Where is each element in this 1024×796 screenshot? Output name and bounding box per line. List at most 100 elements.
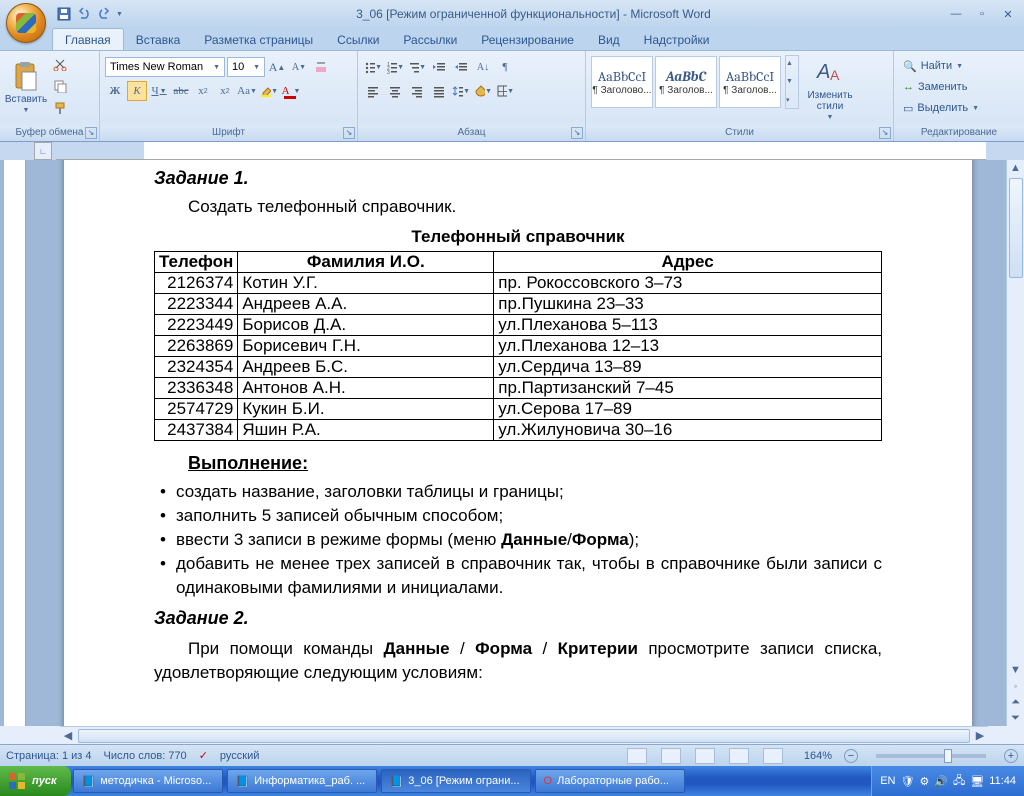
horizontal-ruler[interactable]: ∟ bbox=[56, 142, 986, 160]
grow-font-button[interactable]: A▲ bbox=[267, 57, 287, 77]
zoom-out-button[interactable]: − bbox=[844, 749, 858, 763]
minimize-button[interactable]: — bbox=[944, 6, 968, 22]
tab-page-layout[interactable]: Разметка страницы bbox=[192, 29, 325, 50]
borders-button[interactable]: ▼ bbox=[495, 81, 515, 101]
prev-page-icon[interactable]: ⏶ bbox=[1007, 694, 1024, 710]
taskbar-item[interactable]: 📘методичка - Microso... bbox=[73, 769, 223, 793]
status-language[interactable]: русский bbox=[220, 750, 259, 762]
tab-mailings[interactable]: Рассылки bbox=[391, 29, 469, 50]
scroll-up-icon[interactable]: ▲ bbox=[1007, 160, 1024, 176]
clipboard-launcher[interactable]: ↘ bbox=[85, 127, 97, 139]
shrink-font-button[interactable]: A▼ bbox=[289, 57, 309, 77]
taskbar-item[interactable]: 📘3_06 [Режим ограни... bbox=[381, 769, 531, 793]
numbering-button[interactable]: 123▼ bbox=[385, 57, 405, 77]
zoom-in-button[interactable]: + bbox=[1004, 749, 1018, 763]
line-spacing-button[interactable]: ▼ bbox=[451, 81, 471, 101]
taskbar-item[interactable]: OЛабораторные рабо... bbox=[535, 769, 685, 793]
replace-button[interactable]: ↔Заменить bbox=[899, 77, 971, 97]
view-draft[interactable] bbox=[763, 748, 783, 764]
tab-references[interactable]: Ссылки bbox=[325, 29, 391, 50]
vertical-ruler[interactable] bbox=[4, 160, 26, 726]
cut-button[interactable] bbox=[50, 54, 70, 74]
view-outline[interactable] bbox=[729, 748, 749, 764]
view-full-screen[interactable] bbox=[661, 748, 681, 764]
tray-icon[interactable]: 🖧 bbox=[953, 772, 965, 791]
strikethrough-button[interactable]: abc bbox=[171, 81, 191, 101]
change-styles-button[interactable]: AA Изменить стили▼ bbox=[802, 55, 858, 121]
font-color-button[interactable]: A▼ bbox=[281, 81, 301, 101]
spellcheck-icon[interactable]: ✓ bbox=[199, 749, 208, 762]
style-gallery[interactable]: AaBbCcI¶ Заголово... AaBbC¶ Заголов... A… bbox=[590, 55, 782, 109]
redo-icon[interactable] bbox=[96, 6, 112, 22]
paste-icon bbox=[10, 60, 42, 92]
scroll-down-icon[interactable]: ▼ bbox=[1007, 662, 1024, 678]
zoom-level[interactable]: 164% bbox=[804, 750, 832, 762]
align-right-button[interactable] bbox=[407, 81, 427, 101]
align-left-button[interactable] bbox=[363, 81, 383, 101]
qat-dropdown-icon[interactable]: ▼ bbox=[116, 11, 123, 18]
taskbar-item[interactable]: 📘Информатика_раб. ... bbox=[227, 769, 377, 793]
paragraph-launcher[interactable]: ↘ bbox=[571, 127, 583, 139]
status-words[interactable]: Число слов: 770 bbox=[104, 750, 187, 762]
increase-indent-button[interactable] bbox=[451, 57, 471, 77]
highlight-button[interactable]: ▼ bbox=[259, 81, 279, 101]
styles-launcher[interactable]: ↘ bbox=[879, 127, 891, 139]
execution-list: создать название, заголовки таблицы и гр… bbox=[160, 480, 882, 600]
zoom-slider[interactable] bbox=[876, 754, 986, 758]
tab-addins[interactable]: Надстройки bbox=[632, 29, 722, 50]
maximize-button[interactable]: ▫ bbox=[970, 6, 994, 22]
find-button[interactable]: 🔍Найти▼ bbox=[899, 56, 967, 76]
multilevel-list-button[interactable]: ▼ bbox=[407, 57, 427, 77]
change-case-button[interactable]: Aa▼ bbox=[237, 81, 257, 101]
tab-selector[interactable]: ∟ bbox=[34, 142, 52, 160]
copy-button[interactable] bbox=[50, 76, 70, 96]
undo-icon[interactable] bbox=[76, 6, 92, 22]
style-item[interactable]: AaBbCcI¶ Заголов... bbox=[719, 56, 781, 108]
select-button[interactable]: ▭Выделить▼ bbox=[899, 98, 983, 118]
vertical-scrollbar[interactable]: ▲ ▼ ◦ ⏶ ⏷ bbox=[1006, 160, 1024, 726]
view-print-layout[interactable] bbox=[627, 748, 647, 764]
paste-button[interactable]: Вставить ▼ bbox=[5, 54, 47, 120]
shading-button[interactable]: ▼ bbox=[473, 81, 493, 101]
tab-insert[interactable]: Вставка bbox=[124, 29, 193, 50]
superscript-button[interactable]: x2 bbox=[215, 81, 235, 101]
style-item[interactable]: AaBbC¶ Заголов... bbox=[655, 56, 717, 108]
style-item[interactable]: AaBbCcI¶ Заголово... bbox=[591, 56, 653, 108]
style-gallery-scroll[interactable]: ▲▼▾ bbox=[785, 55, 799, 109]
status-page[interactable]: Страница: 1 из 4 bbox=[6, 750, 92, 762]
sort-button[interactable]: А↓ bbox=[473, 57, 493, 77]
group-styles-label: Стили bbox=[725, 127, 754, 138]
format-painter-button[interactable] bbox=[50, 98, 70, 118]
view-web-layout[interactable] bbox=[695, 748, 715, 764]
font-launcher[interactable]: ↘ bbox=[343, 127, 355, 139]
show-marks-button[interactable]: ¶ bbox=[495, 57, 515, 77]
tab-review[interactable]: Рецензирование bbox=[469, 29, 586, 50]
bullets-button[interactable]: ▼ bbox=[363, 57, 383, 77]
bold-button[interactable]: Ж bbox=[105, 81, 125, 101]
font-name-combo[interactable]: Times New Roman▼ bbox=[105, 57, 225, 77]
decrease-indent-button[interactable] bbox=[429, 57, 449, 77]
italic-button[interactable]: К bbox=[127, 81, 147, 101]
save-icon[interactable] bbox=[56, 6, 72, 22]
office-button[interactable] bbox=[6, 3, 46, 43]
start-button[interactable]: пуск bbox=[0, 766, 71, 796]
tray-clock[interactable]: 11:44 bbox=[989, 775, 1016, 787]
horizontal-scrollbar[interactable]: ◀ ▶ bbox=[60, 726, 988, 744]
next-page-icon[interactable]: ⏷ bbox=[1007, 710, 1024, 726]
tray-icon[interactable]: ⚙ bbox=[919, 775, 929, 788]
clear-formatting-button[interactable] bbox=[311, 57, 331, 77]
tray-language[interactable]: EN bbox=[880, 775, 895, 787]
justify-button[interactable] bbox=[429, 81, 449, 101]
tab-view[interactable]: Вид bbox=[586, 29, 632, 50]
tray-icon[interactable]: 🛡 bbox=[901, 775, 915, 788]
document-page[interactable]: Задание 1. Создать телефонный справочник… bbox=[64, 160, 972, 726]
tray-icon[interactable]: 🔊 bbox=[934, 775, 948, 788]
font-size-combo[interactable]: 10▼ bbox=[227, 57, 265, 77]
browse-object-icon[interactable]: ◦ bbox=[1007, 678, 1024, 694]
tab-home[interactable]: Главная bbox=[52, 28, 124, 50]
close-button[interactable]: ✕ bbox=[996, 6, 1020, 22]
tray-icon[interactable]: 🖥 bbox=[970, 775, 984, 788]
subscript-button[interactable]: x2 bbox=[193, 81, 213, 101]
align-center-button[interactable] bbox=[385, 81, 405, 101]
underline-button[interactable]: Ч▼ bbox=[149, 81, 169, 101]
